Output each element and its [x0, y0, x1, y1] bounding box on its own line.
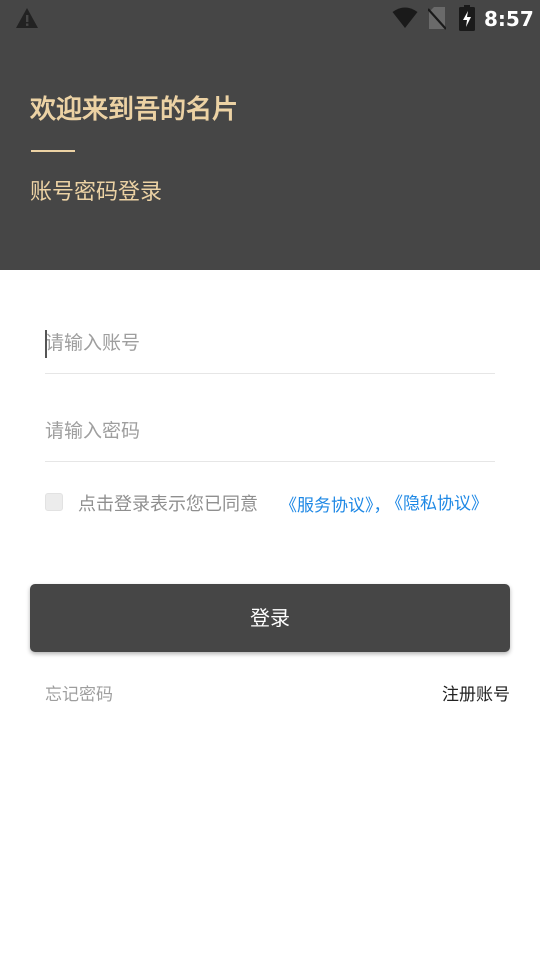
service-agreement-link[interactable]: 《服务协议》， [280, 492, 391, 520]
wifi-icon [392, 7, 418, 28]
login-button[interactable]: 登录 [30, 584, 510, 652]
header-panel: 8:57 欢迎来到吾的名片 账号密码登录 [0, 0, 540, 270]
password-field [45, 402, 495, 462]
text-cursor [45, 330, 47, 358]
no-sim-icon [428, 7, 446, 30]
title-divider [31, 150, 75, 152]
account-field [45, 314, 495, 374]
battery-charging-icon [459, 5, 475, 31]
welcome-title: 欢迎来到吾的名片 [30, 95, 239, 125]
agreement-checkbox[interactable] [45, 493, 63, 511]
status-time: 8:57 [484, 7, 534, 31]
warning-icon [16, 8, 38, 28]
account-input[interactable] [45, 314, 495, 372]
forgot-password-link[interactable]: 忘记密码 [45, 682, 165, 708]
register-account-link[interactable]: 注册账号 [390, 682, 510, 708]
agreement-text: 点击登录表示您已同意 [78, 494, 258, 515]
privacy-agreement-link[interactable]: 《隐私协议》 [386, 492, 490, 542]
status-bar: 8:57 [0, 0, 540, 36]
password-input[interactable] [45, 402, 495, 460]
login-subtitle: 账号密码登录 [30, 180, 163, 205]
